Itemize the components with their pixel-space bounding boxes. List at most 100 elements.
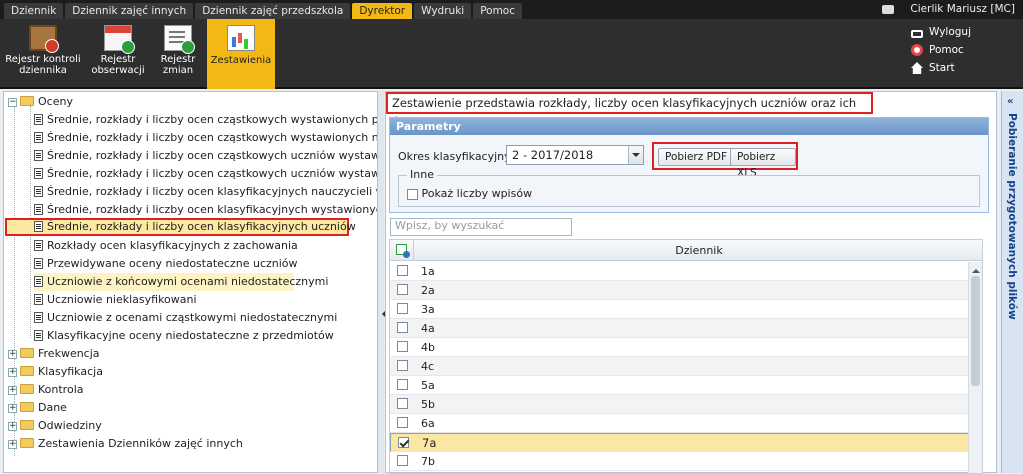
row-checkbox[interactable] bbox=[397, 284, 408, 295]
table-row[interactable]: 5b bbox=[390, 395, 982, 414]
download-buttons-group: Pobierz PDF Pobierz XLS bbox=[652, 142, 798, 179]
tree-item-label: Rozkłady ocen klasyfikacyjnych z zachowa… bbox=[47, 239, 298, 252]
tree-node-oceny[interactable]: − Oceny bbox=[8, 93, 73, 111]
tree-item-hover[interactable]: Uczniowie z końcowymi ocenami niedostate… bbox=[34, 273, 328, 291]
tree-item[interactable]: Przewidywane oceny niedostateczne ucznió… bbox=[34, 255, 298, 273]
pokaz-liczby-option[interactable]: Pokaż liczby wpisów bbox=[407, 187, 532, 200]
tree-item-label: Średnie, rozkłady i liczby ocen klasyfik… bbox=[47, 220, 356, 233]
logout-link[interactable]: Wyloguj bbox=[911, 23, 971, 41]
table-row[interactable]: 4c bbox=[390, 357, 982, 376]
ribbon-links: Wyloguj Pomoc Start bbox=[911, 23, 971, 77]
tree-node-dane[interactable]: + Dane bbox=[8, 399, 67, 417]
tree-item[interactable]: Średnie, rozkłady i liczby ocen cząstkow… bbox=[34, 129, 377, 147]
tree-item-selected[interactable]: Średnie, rozkłady i liczby ocen klasyfik… bbox=[5, 218, 356, 236]
tab-dyrektor[interactable]: Dyrektor bbox=[352, 3, 413, 19]
table-row[interactable]: 2a bbox=[390, 281, 982, 300]
tab-pomoc[interactable]: Pomoc bbox=[473, 3, 522, 19]
tab-dziennik-zajec-innych[interactable]: Dziennik zajęć innych bbox=[65, 3, 194, 19]
tree-node-kontrola[interactable]: + Kontrola bbox=[8, 381, 84, 399]
tree-item[interactable]: Klasyfikacyjne oceny niedostateczne z pr… bbox=[34, 327, 334, 345]
expand-icon[interactable]: + bbox=[8, 349, 17, 359]
row-label: 7a bbox=[422, 436, 437, 450]
tree-item-label: Średnie, rozkłady i liczby ocen klasyfik… bbox=[47, 203, 377, 216]
column-header-dziennik[interactable]: Dziennik bbox=[414, 244, 982, 257]
select-all-header[interactable] bbox=[390, 240, 414, 261]
folder-icon bbox=[20, 384, 34, 394]
select-all-icon[interactable] bbox=[396, 244, 410, 258]
table-row[interactable]: 6a bbox=[390, 414, 982, 433]
tab-dziennik-zajec-przedszkola[interactable]: Dziennik zajęć przedszkola bbox=[195, 3, 351, 19]
document-icon bbox=[34, 167, 43, 179]
grid-scrollbar[interactable] bbox=[968, 262, 982, 473]
tree-node-zestawienia-innych[interactable]: + Zestawienia Dzienników zajęć innych bbox=[8, 435, 243, 453]
help-link[interactable]: Pomoc bbox=[911, 41, 971, 59]
tab-dziennik[interactable]: Dziennik bbox=[4, 3, 64, 19]
row-checkbox[interactable] bbox=[397, 379, 408, 390]
row-checkbox[interactable] bbox=[397, 455, 408, 466]
row-checkbox[interactable] bbox=[397, 341, 408, 352]
document-icon bbox=[34, 257, 43, 269]
expand-icon[interactable]: + bbox=[8, 421, 17, 431]
table-row[interactable]: 1a bbox=[390, 262, 982, 281]
row-checkbox-checked[interactable] bbox=[398, 437, 409, 448]
tree-item[interactable]: Uczniowie nieklasyfikowani bbox=[34, 291, 197, 309]
user-name[interactable]: Cierlik Mariusz [MC] bbox=[910, 3, 1015, 15]
okres-select[interactable]: 2 - 2017/2018 bbox=[506, 145, 644, 165]
scroll-up-icon[interactable] bbox=[972, 265, 980, 273]
tree-node-klasyfikacja[interactable]: + Klasyfikacja bbox=[8, 363, 103, 381]
zestawienia-button[interactable]: Zestawienia bbox=[207, 19, 275, 89]
tree-item-label: Średnie, rozkłady i liczby ocen cząstkow… bbox=[47, 113, 377, 126]
rejestr-obserwacji-button[interactable]: Rejestr obserwacji bbox=[88, 19, 148, 89]
tree-item[interactable]: Uczniowie z ocenami cząstkowymi niedosta… bbox=[34, 309, 337, 327]
tree-node-odwiedziny[interactable]: + Odwiedziny bbox=[8, 417, 102, 435]
lock-icon bbox=[911, 30, 923, 38]
tree-item[interactable]: Średnie, rozkłady i liczby ocen klasyfik… bbox=[34, 201, 377, 219]
pokaz-liczby-checkbox[interactable] bbox=[407, 188, 418, 200]
downloads-side-panel[interactable]: « Pobieranie przygotowanych plików bbox=[1001, 91, 1023, 473]
document-icon bbox=[34, 203, 43, 215]
rejestr-zmian-button[interactable]: Rejestr zmian bbox=[154, 19, 202, 89]
table-row-selected[interactable]: 7a bbox=[390, 433, 982, 452]
tree-item[interactable]: Rozkłady ocen klasyfikacyjnych z zachowa… bbox=[34, 237, 298, 255]
double-chevron-left-icon[interactable]: « bbox=[1007, 97, 1019, 107]
table-row[interactable]: 7b bbox=[390, 452, 982, 471]
table-row[interactable]: 3a bbox=[390, 300, 982, 319]
panel-splitter[interactable] bbox=[378, 91, 385, 473]
tab-wydruki[interactable]: Wydruki bbox=[414, 3, 472, 19]
pobierz-xls-button[interactable]: Pobierz XLS bbox=[730, 148, 796, 179]
document-icon bbox=[34, 275, 43, 287]
rejestr-kontroli-button[interactable]: Rejestr kontroli dziennika bbox=[4, 19, 82, 89]
tree-item-label: Uczniowie z końcowymi ocenami niedostate… bbox=[47, 275, 329, 288]
search-input[interactable]: Wpisz, by wyszukać bbox=[390, 218, 572, 236]
expand-icon[interactable]: + bbox=[8, 385, 17, 395]
row-label: 6a bbox=[421, 417, 435, 430]
chat-icon[interactable] bbox=[882, 4, 895, 14]
row-checkbox[interactable] bbox=[397, 360, 408, 371]
chevron-down-icon[interactable] bbox=[628, 146, 643, 164]
folder-icon bbox=[20, 366, 34, 376]
table-row[interactable]: 5a bbox=[390, 376, 982, 395]
table-row[interactable]: 4a bbox=[390, 319, 982, 338]
row-checkbox[interactable] bbox=[397, 303, 408, 314]
downloads-panel-title[interactable]: Pobieranie przygotowanych plików bbox=[1006, 113, 1018, 320]
folder-icon bbox=[20, 420, 34, 430]
collapse-icon[interactable]: − bbox=[8, 97, 17, 107]
tree-item[interactable]: Średnie, rozkłady i liczby ocen cząstkow… bbox=[34, 165, 377, 183]
expand-icon[interactable]: + bbox=[8, 403, 17, 413]
row-checkbox[interactable] bbox=[397, 265, 408, 276]
pobierz-pdf-button[interactable]: Pobierz PDF bbox=[658, 148, 735, 166]
tree-node-frekwencja[interactable]: + Frekwencja bbox=[8, 345, 100, 363]
tree-item[interactable]: Średnie, rozkłady i liczby ocen klasyfik… bbox=[34, 183, 377, 201]
scroll-thumb[interactable] bbox=[971, 276, 980, 386]
expand-icon[interactable]: + bbox=[8, 439, 17, 449]
row-checkbox[interactable] bbox=[397, 417, 408, 428]
tree-item[interactable]: Średnie, rozkłady i liczby ocen cząstkow… bbox=[34, 147, 377, 165]
row-checkbox[interactable] bbox=[397, 398, 408, 409]
table-row[interactable]: 4b bbox=[390, 338, 982, 357]
expand-icon[interactable]: + bbox=[8, 367, 17, 377]
tree-item[interactable]: Średnie, rozkłady i liczby ocen cząstkow… bbox=[34, 111, 377, 129]
start-link[interactable]: Start bbox=[911, 59, 971, 77]
ribbon: Rejestr kontroli dziennika Rejestr obser… bbox=[0, 19, 1023, 89]
row-checkbox[interactable] bbox=[397, 322, 408, 333]
rejestr-kontroli-label1: Rejestr kontroli bbox=[5, 54, 81, 65]
